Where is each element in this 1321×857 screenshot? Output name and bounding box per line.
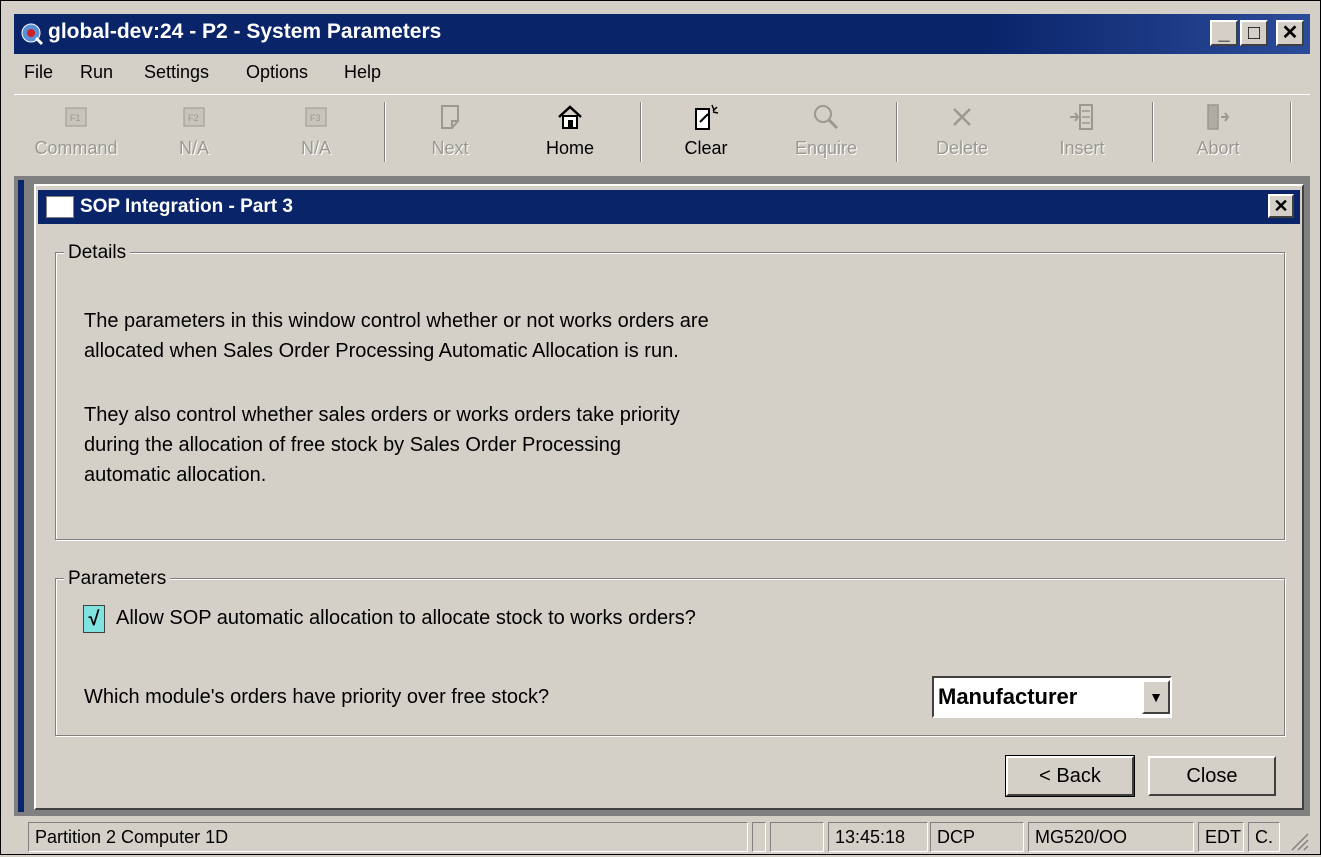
details-para2-line3: automatic allocation. (84, 464, 267, 486)
insert-icon (1070, 104, 1093, 130)
insert-button[interactable]: Insert (1032, 100, 1132, 168)
minimize-icon: _ (1218, 22, 1230, 44)
abort-button[interactable]: Abort (1168, 100, 1268, 168)
parameters-legend: Parameters (64, 568, 171, 590)
status-extra: C. (1248, 822, 1280, 852)
delete-button[interactable]: Delete (912, 100, 1012, 168)
mdi-edge (18, 180, 24, 812)
next-button[interactable]: Next (400, 100, 500, 168)
priority-dropdown-button[interactable]: ▼ (1142, 680, 1170, 714)
app-icon[interactable] (20, 20, 44, 46)
f3-key-icon: F3 (305, 107, 327, 127)
status-time: 13:45:18 (828, 822, 928, 852)
window-title: global-dev:24 - P2 - System Parameters (48, 20, 442, 43)
close-button[interactable]: ✕ (1276, 20, 1304, 46)
details-legend: Details (64, 242, 131, 264)
status-program: MG520/OO (1028, 822, 1194, 852)
priority-combobox-value: Manufacturer (938, 684, 1078, 709)
resize-grip-icon[interactable] (1286, 828, 1310, 852)
f1-key-icon: F1 (65, 107, 87, 127)
menu-options[interactable]: Options (246, 62, 308, 83)
allow-allocation-checkbox[interactable]: √ (83, 605, 105, 633)
details-para2-line1: They also control whether sales orders o… (84, 404, 680, 426)
child-close-button[interactable]: ✕ (1268, 194, 1294, 218)
minimize-button[interactable]: _ (1210, 20, 1238, 46)
chevron-down-icon: ▼ (1149, 689, 1163, 705)
toolbar-separator (384, 102, 386, 162)
magnifier-icon (814, 105, 839, 130)
close-icon: ✕ (1273, 196, 1289, 216)
clear-icon (695, 104, 719, 130)
delete-x-icon (953, 108, 971, 126)
svg-text:F1: F1 (70, 113, 81, 123)
toolbar-separator (640, 102, 642, 162)
status-cell-empty (770, 822, 824, 852)
home-icon (558, 105, 582, 129)
priority-label: Which module's orders have priority over… (84, 686, 550, 708)
status-company: DCP (930, 822, 1024, 852)
back-button[interactable]: < Back (1005, 755, 1135, 797)
command-button[interactable]: F1 Command (26, 100, 126, 168)
close-icon: ✕ (1281, 22, 1299, 44)
enquire-button[interactable]: Enquire (776, 100, 876, 168)
next-page-icon (441, 105, 459, 129)
allow-allocation-label: Allow SOP automatic allocation to alloca… (116, 607, 696, 629)
toolbar-separator (896, 102, 898, 162)
details-para2-line2: during the allocation of free stock by S… (84, 434, 621, 456)
details-para1-line2: allocated when Sales Order Processing Au… (84, 340, 679, 362)
maximize-icon: □ (1247, 22, 1261, 44)
menu-help[interactable]: Help (344, 62, 381, 83)
clear-button[interactable]: Clear (656, 100, 756, 168)
status-partition: Partition 2 Computer 1D (28, 822, 748, 852)
menu-file[interactable]: File (24, 62, 53, 83)
f2-key-icon: F2 (183, 107, 205, 127)
status-cell-empty (752, 822, 766, 852)
status-mode: EDT (1198, 822, 1244, 852)
abort-door-icon (1207, 104, 1230, 130)
toolbar-separator (1290, 102, 1292, 162)
svg-text:F3: F3 (310, 113, 321, 123)
svg-text:F2: F2 (188, 113, 199, 123)
f3-button[interactable]: F3 N/A (266, 100, 366, 168)
home-button[interactable]: Home (520, 100, 620, 168)
child-window-icon[interactable] (46, 196, 74, 218)
f2-button[interactable]: F2 N/A (144, 100, 244, 168)
details-para1-line1: The parameters in this window control wh… (84, 310, 709, 332)
menu-settings[interactable]: Settings (144, 62, 209, 83)
close-dialog-button[interactable]: Close (1148, 756, 1276, 796)
details-group (55, 252, 1285, 540)
menu-run[interactable]: Run (80, 62, 113, 83)
child-title: SOP Integration - Part 3 (80, 196, 293, 217)
maximize-button[interactable]: □ (1240, 20, 1268, 46)
toolbar-separator (1152, 102, 1154, 162)
